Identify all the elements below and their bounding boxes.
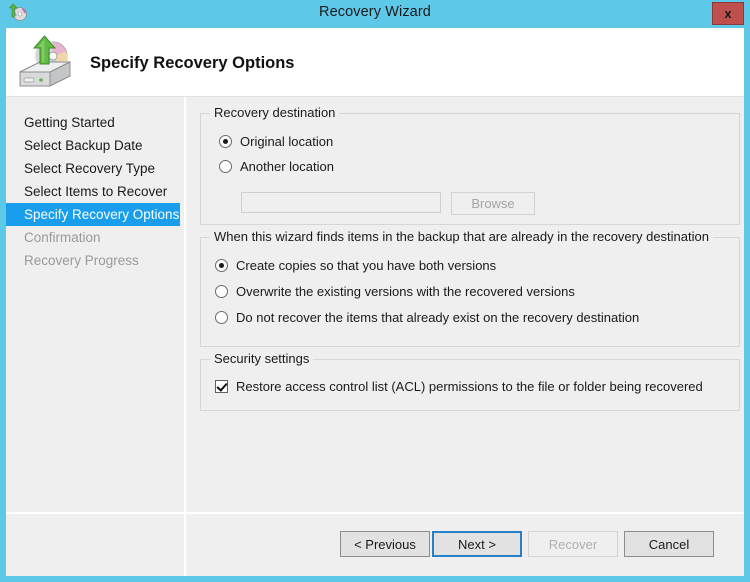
backup-disk-restore-icon [14,34,76,90]
radio-original-location[interactable]: Original location [219,134,333,149]
wizard-header: Specify Recovery Options [6,28,744,97]
previous-button[interactable]: < Previous [340,531,430,557]
sidebar-item-recovery-progress[interactable]: Recovery Progress [6,249,184,272]
security-settings-legend: Security settings [210,351,314,366]
sidebar-item-confirmation[interactable]: Confirmation [6,226,184,249]
radio-overwrite-existing-indicator[interactable] [215,285,228,298]
next-button[interactable]: Next > [432,531,522,557]
radio-do-not-recover-indicator[interactable] [215,311,228,324]
radio-another-location[interactable]: Another location [219,159,334,174]
button-bar: < Previous Next > Recover Cancel [6,514,744,576]
title-bar: Recovery Wizard x [0,0,750,28]
recovery-destination-group: Recovery destination Original location A… [200,105,740,225]
content-pane: Recovery destination Original location A… [186,97,744,576]
cancel-button[interactable]: Cancel [624,531,714,557]
radio-do-not-recover[interactable]: Do not recover the items that already ex… [215,310,639,325]
checkbox-restore-acl-label: Restore access control list (ACL) permis… [236,379,703,394]
radio-overwrite-existing-label: Overwrite the existing versions with the… [236,284,575,299]
radio-do-not-recover-label: Do not recover the items that already ex… [236,310,640,325]
conflict-handling-legend: When this wizard finds items in the back… [210,229,713,244]
body: Getting Started Select Backup Date Selec… [6,97,744,576]
recovery-wizard-window: Recovery Wizard x Specify Recovery Optio… [0,0,750,582]
checkbox-restore-acl-indicator[interactable] [215,380,228,393]
security-settings-group: Security settings Restore access control… [200,351,740,411]
radio-original-location-indicator[interactable] [219,135,232,148]
sidebar-item-select-items-to-recover[interactable]: Select Items to Recover [6,180,184,203]
radio-another-location-indicator[interactable] [219,160,232,173]
close-icon[interactable]: x [712,2,744,25]
radio-create-copies-indicator[interactable] [215,259,228,272]
checkbox-restore-acl[interactable]: Restore access control list (ACL) permis… [215,379,703,394]
wizard-steps-sidebar: Getting Started Select Backup Date Selec… [6,97,184,576]
recovery-destination-legend: Recovery destination [210,105,340,120]
radio-create-copies-label: Create copies so that you have both vers… [236,258,497,273]
browse-button[interactable]: Browse [451,192,535,215]
recover-button[interactable]: Recover [528,531,618,557]
radio-original-location-label: Original location [240,134,334,149]
destination-path-input[interactable] [241,192,441,213]
radio-another-location-label: Another location [240,159,334,174]
conflict-handling-group: When this wizard finds items in the back… [200,229,740,347]
client-area: Specify Recovery Options Getting Started… [6,28,744,576]
sidebar-item-specify-recovery-options[interactable]: Specify Recovery Options [6,203,180,226]
sidebar-item-select-backup-date[interactable]: Select Backup Date [6,134,184,157]
sidebar-item-select-recovery-type[interactable]: Select Recovery Type [6,157,184,180]
page-title: Specify Recovery Options [90,54,295,72]
window-title: Recovery Wizard [319,4,431,20]
radio-create-copies[interactable]: Create copies so that you have both vers… [215,258,496,273]
radio-overwrite-existing[interactable]: Overwrite the existing versions with the… [215,284,575,299]
sidebar-item-getting-started[interactable]: Getting Started [6,111,184,134]
